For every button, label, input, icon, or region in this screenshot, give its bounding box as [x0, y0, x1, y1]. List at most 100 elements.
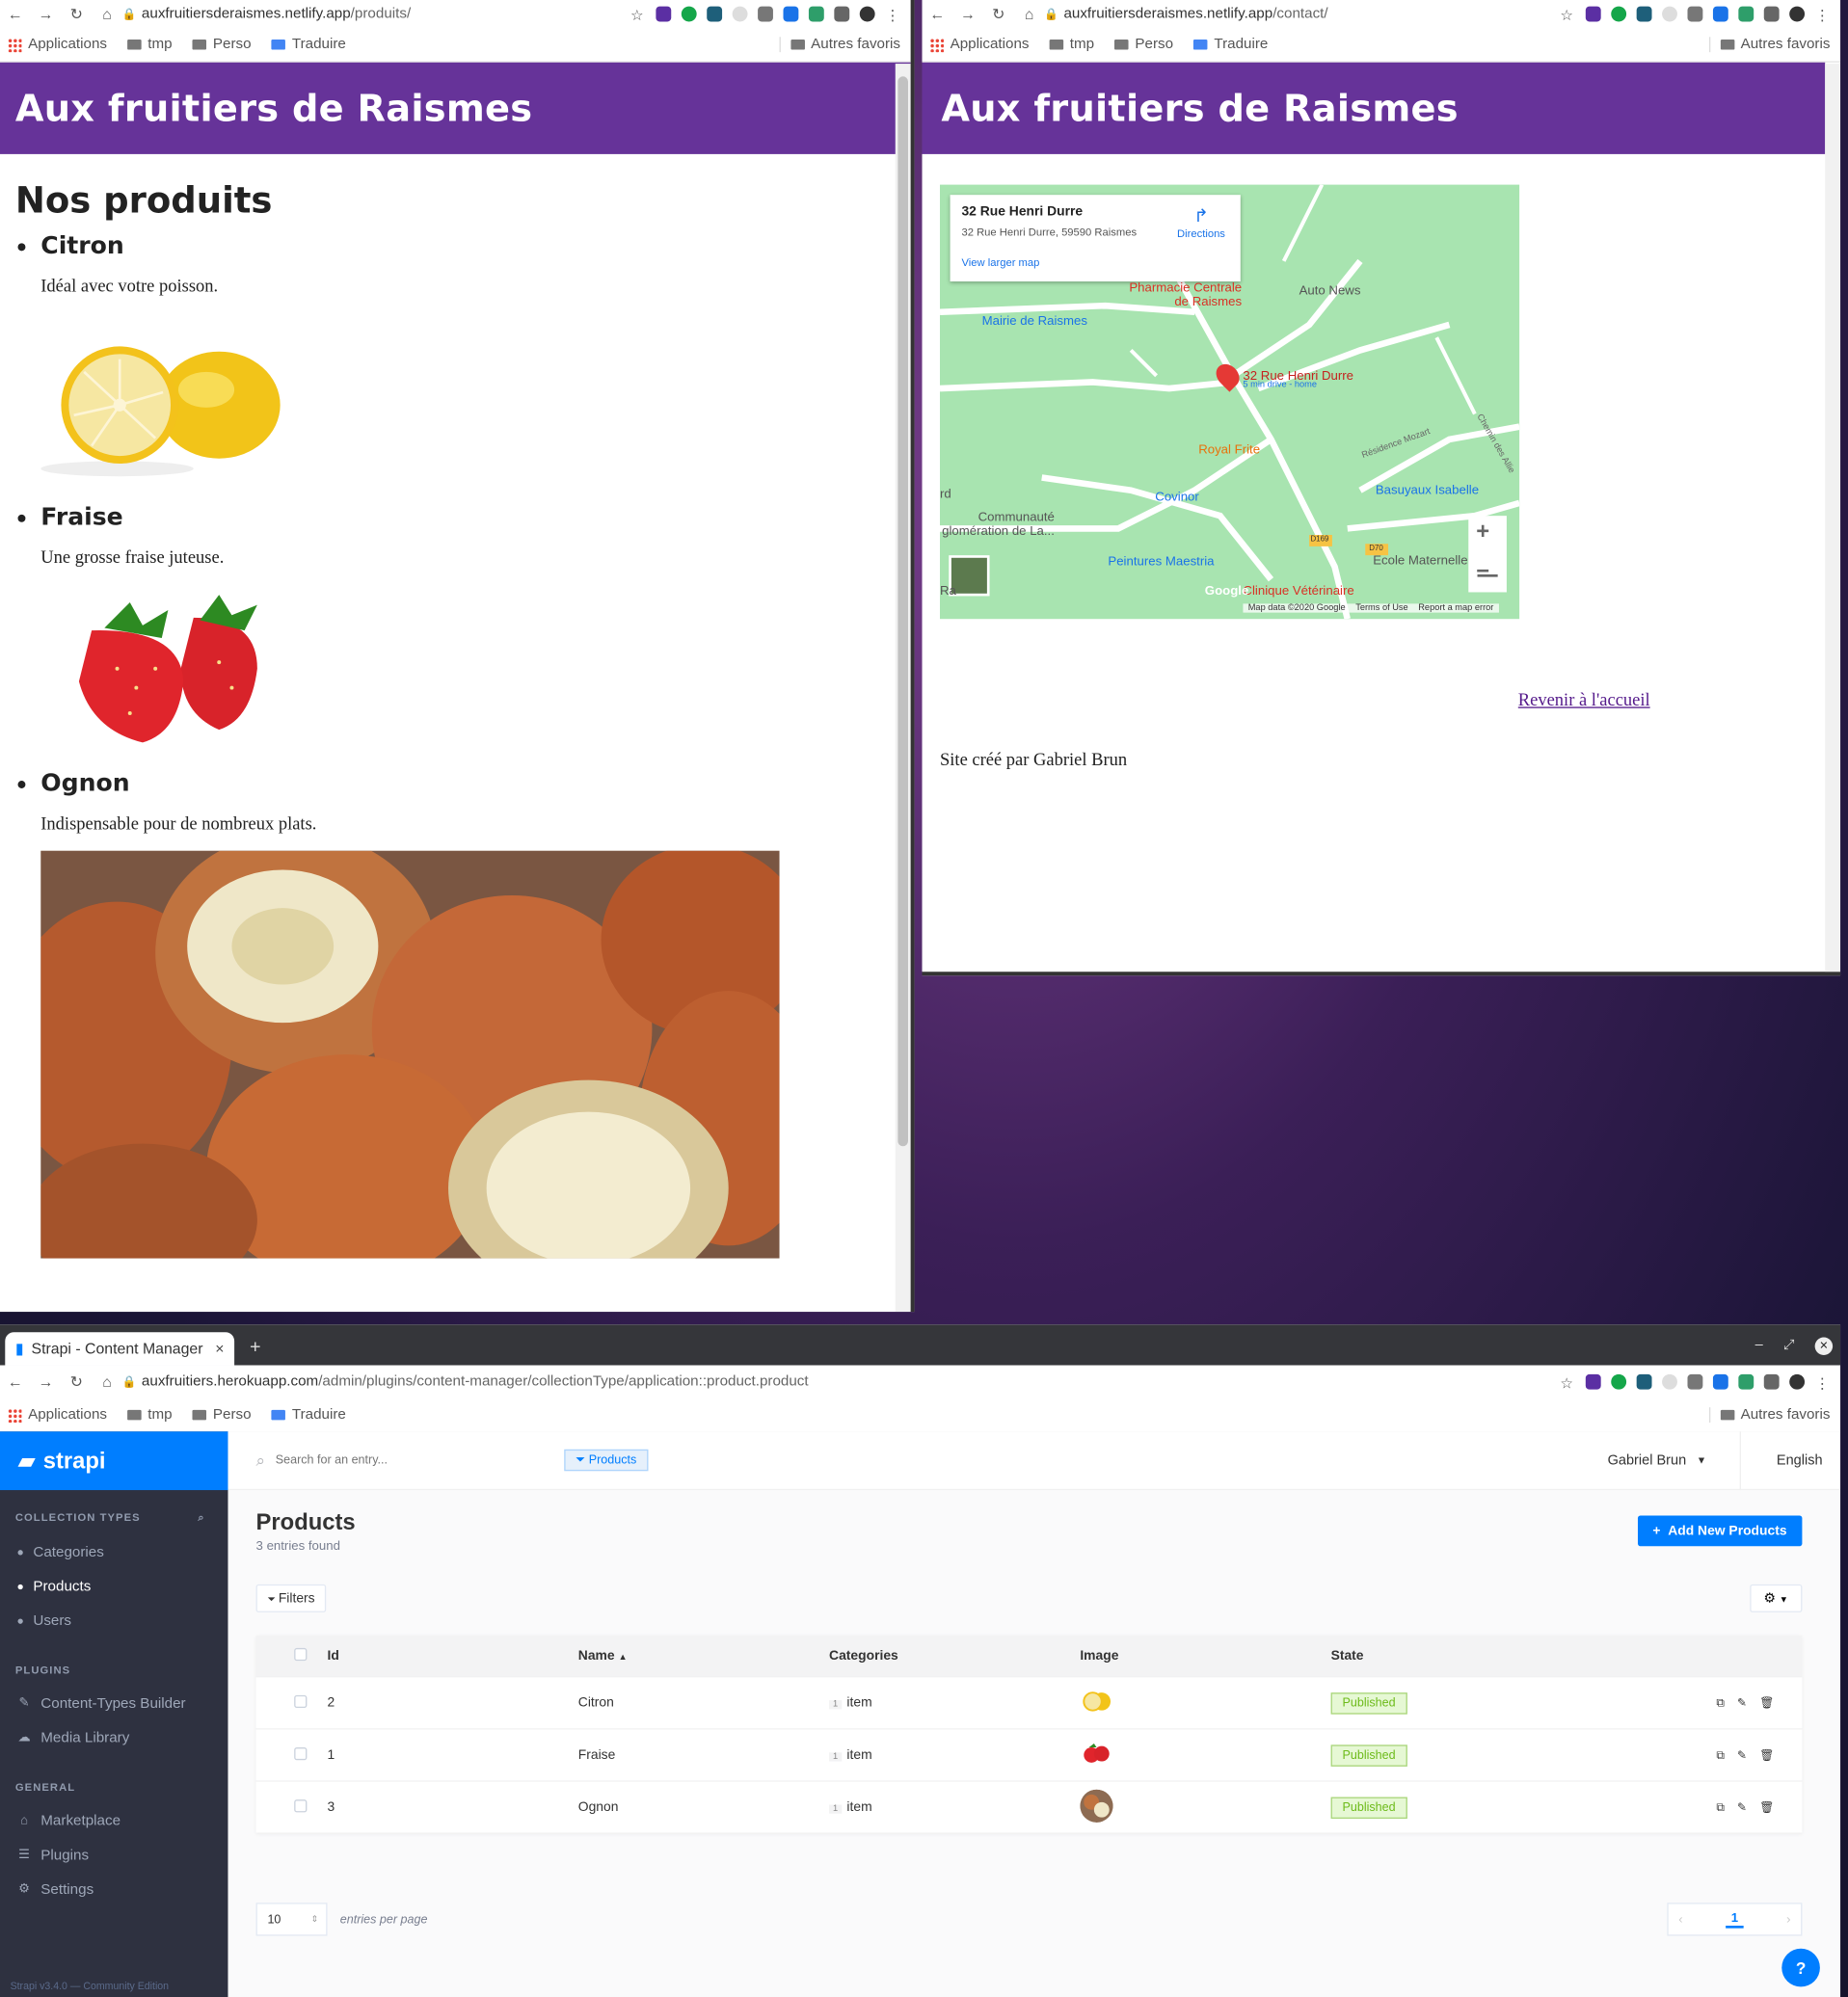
- report-link[interactable]: Report a map error: [1418, 603, 1493, 612]
- row-checkbox[interactable]: [256, 1798, 328, 1816]
- directions-button[interactable]: ↱ Directions: [1177, 205, 1225, 240]
- col-name[interactable]: Name ▲: [578, 1648, 829, 1664]
- bookmark-traduire[interactable]: Traduire: [271, 1407, 346, 1423]
- poi-covinor[interactable]: Covinor: [1155, 491, 1199, 505]
- sidebar-item-media-library[interactable]: ☁ Media Library: [0, 1720, 228, 1755]
- extension-icon[interactable]: [1738, 1373, 1754, 1390]
- edit-icon[interactable]: ✎: [1737, 1748, 1747, 1763]
- per-page-select[interactable]: 10 ⇕: [255, 1903, 328, 1936]
- extension-icon[interactable]: [1712, 1373, 1728, 1390]
- col-image[interactable]: Image: [1080, 1648, 1330, 1664]
- forward-icon[interactable]: →: [31, 5, 62, 23]
- back-icon[interactable]: ←: [0, 5, 31, 23]
- help-button[interactable]: ?: [1781, 1948, 1820, 1987]
- home-icon[interactable]: ⌂: [1014, 5, 1045, 23]
- bookmark-perso[interactable]: Perso: [192, 37, 252, 52]
- poi-ecole[interactable]: Ecole Maternelle: [1373, 554, 1467, 569]
- menu-icon[interactable]: ⋮: [1815, 7, 1831, 24]
- back-icon[interactable]: ←: [923, 5, 953, 23]
- search-filter-tag[interactable]: ⏷ Products: [564, 1449, 649, 1472]
- sidebar-item-products[interactable]: Products: [0, 1569, 228, 1604]
- search-input[interactable]: [275, 1452, 467, 1468]
- table-settings-button[interactable]: ⚙ ▼: [1749, 1584, 1803, 1612]
- bookmark-applications[interactable]: Applications: [7, 37, 107, 52]
- poi-pharmacie[interactable]: Pharmacie Centrale de Raismes: [1121, 281, 1242, 309]
- row-checkbox[interactable]: [256, 1694, 328, 1711]
- bookmark-applications[interactable]: Applications: [7, 1407, 107, 1423]
- reload-icon[interactable]: ↻: [61, 5, 92, 23]
- sidebar-item-settings[interactable]: ⚙ Settings: [0, 1873, 228, 1907]
- avatar[interactable]: [1789, 6, 1806, 22]
- extension-icon[interactable]: [681, 6, 697, 22]
- forward-icon[interactable]: →: [31, 1373, 62, 1392]
- site-title[interactable]: Aux fruitiers de Raismes: [937, 87, 1458, 130]
- minimize-icon[interactable]: –: [1755, 1338, 1763, 1356]
- reload-icon[interactable]: ↻: [61, 1373, 92, 1392]
- extension-icon[interactable]: [732, 6, 748, 22]
- extension-icon[interactable]: [1611, 1373, 1627, 1390]
- language-selector[interactable]: English: [1741, 1452, 1840, 1468]
- address-bar[interactable]: auxfruitiers.herokuapp.com/admin/plugins…: [142, 1374, 809, 1390]
- sidebar-item-marketplace[interactable]: ⌂ Marketplace: [0, 1803, 228, 1838]
- bookmark-tmp[interactable]: tmp: [1049, 37, 1094, 52]
- extension-icon[interactable]: [1585, 1373, 1601, 1390]
- zoom-out-button[interactable]: −: [1476, 558, 1489, 585]
- extension-icon[interactable]: [707, 6, 723, 22]
- address-bar[interactable]: auxfruitiersderaismes.netlify.app/contac…: [1063, 7, 1327, 22]
- address-bar[interactable]: auxfruitiersderaismes.netlify.app/produi…: [142, 7, 411, 22]
- trash-icon[interactable]: 🗑: [1759, 1748, 1774, 1763]
- extension-icon[interactable]: [1636, 1373, 1652, 1390]
- reload-icon[interactable]: ↻: [983, 5, 1014, 23]
- edit-icon[interactable]: ✎: [1737, 1800, 1747, 1815]
- scrollbar-thumb[interactable]: [897, 76, 908, 1147]
- bookmark-traduire[interactable]: Traduire: [1193, 37, 1268, 52]
- duplicate-icon[interactable]: ⧉: [1716, 1800, 1725, 1815]
- strapi-logo[interactable]: ▰ strapi: [0, 1431, 228, 1491]
- table-row[interactable]: 1 Fraise 1 item Published ⧉ ✎ 🗑: [255, 1728, 1803, 1780]
- bookmark-other[interactable]: Autres favoris: [779, 37, 910, 53]
- col-state[interactable]: State: [1331, 1648, 1548, 1664]
- sidebar-item-users[interactable]: Users: [0, 1604, 228, 1638]
- sidebar-item-categories[interactable]: Categories: [0, 1534, 228, 1569]
- extension-icon[interactable]: [1687, 1373, 1703, 1390]
- close-window-icon[interactable]: ×: [1814, 1337, 1834, 1356]
- duplicate-icon[interactable]: ⧉: [1716, 1695, 1725, 1710]
- poi-clinique[interactable]: Clinique Vétérinaire: [1243, 585, 1353, 599]
- poi-peintures[interactable]: Peintures Maestria: [1108, 555, 1214, 570]
- col-categories[interactable]: Categories: [829, 1648, 1080, 1664]
- current-page[interactable]: 1: [1726, 1911, 1744, 1928]
- menu-icon[interactable]: ⋮: [1815, 1374, 1831, 1392]
- back-icon[interactable]: ←: [0, 1373, 31, 1392]
- extension-icon[interactable]: [808, 6, 824, 22]
- new-tab-button[interactable]: +: [250, 1336, 261, 1357]
- duplicate-icon[interactable]: ⧉: [1716, 1748, 1725, 1763]
- extension-icon[interactable]: [1611, 6, 1627, 22]
- poi-royal-frite[interactable]: Royal Frite: [1198, 443, 1260, 458]
- bookmark-tmp[interactable]: tmp: [127, 37, 173, 52]
- puzzle-icon[interactable]: [834, 6, 850, 22]
- avatar[interactable]: [859, 6, 875, 22]
- select-all-checkbox[interactable]: [256, 1647, 328, 1664]
- view-larger-map-link[interactable]: View larger map: [961, 256, 1228, 269]
- edit-icon[interactable]: ✎: [1737, 1695, 1747, 1710]
- home-icon[interactable]: ⌂: [92, 5, 122, 23]
- scrollbar[interactable]: [1825, 64, 1841, 972]
- site-title[interactable]: Aux fruitiers de Raismes: [15, 87, 533, 130]
- bookmark-applications[interactable]: Applications: [929, 37, 1030, 52]
- extension-icon[interactable]: [1662, 1373, 1677, 1390]
- bookmark-other[interactable]: Autres favoris: [1708, 1407, 1840, 1424]
- bookmark-tmp[interactable]: tmp: [127, 1407, 173, 1423]
- next-page-icon[interactable]: ›: [1786, 1912, 1790, 1927]
- poi-auto-news[interactable]: Auto News: [1299, 284, 1361, 299]
- close-tab-icon[interactable]: ×: [215, 1340, 224, 1358]
- user-menu[interactable]: Gabriel Brun ▼: [1608, 1430, 1741, 1490]
- add-new-products-button[interactable]: + Add New Products: [1637, 1515, 1803, 1547]
- extension-icon[interactable]: [1636, 6, 1652, 22]
- avatar[interactable]: [1789, 1373, 1806, 1390]
- extension-icon[interactable]: [1687, 6, 1703, 22]
- star-icon[interactable]: ☆: [1560, 7, 1575, 24]
- tab-strapi[interactable]: ▮ Strapi - Content Manager ×: [5, 1332, 235, 1366]
- zoom-in-button[interactable]: +: [1476, 519, 1489, 546]
- poi-communaute[interactable]: Communauté glomération de La...: [940, 511, 1055, 539]
- poi-basuyaux[interactable]: Basuyaux Isabelle: [1376, 484, 1479, 498]
